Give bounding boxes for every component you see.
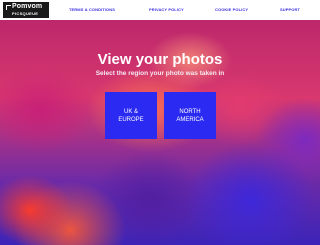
nav-link-cookie[interactable]: COOKIE POLICY	[215, 7, 248, 12]
logo-subtext: PICSQUEUE	[12, 11, 39, 16]
region-button-uk-europe[interactable]: UK & EUROPE	[105, 92, 157, 139]
region-button-label-line2: EUROPE	[118, 116, 144, 123]
logo-corner-icon	[6, 5, 11, 10]
nav-link-support[interactable]: SUPPORT	[280, 7, 300, 12]
region-button-label-line2: AMERICA	[176, 116, 204, 123]
page-subtitle: Select the region your photo was taken i…	[95, 70, 225, 77]
region-button-north-america[interactable]: NORTH AMERICA	[164, 92, 216, 139]
nav-link-privacy[interactable]: PRIVACY POLICY	[149, 7, 184, 12]
region-button-label-line1: UK &	[123, 108, 138, 115]
brand-logo[interactable]: Pomvom PICSQUEUE	[3, 2, 49, 18]
page-title: View your photos	[97, 51, 223, 68]
nav-link-terms[interactable]: TERMS & CONDITIONS	[69, 7, 115, 12]
background-image	[0, 0, 320, 245]
top-navbar: Pomvom PICSQUEUE TERMS & CONDITIONS PRIV…	[0, 0, 320, 20]
region-button-label-line1: NORTH	[179, 108, 201, 115]
logo-wordmark: Pomvom	[12, 3, 43, 10]
